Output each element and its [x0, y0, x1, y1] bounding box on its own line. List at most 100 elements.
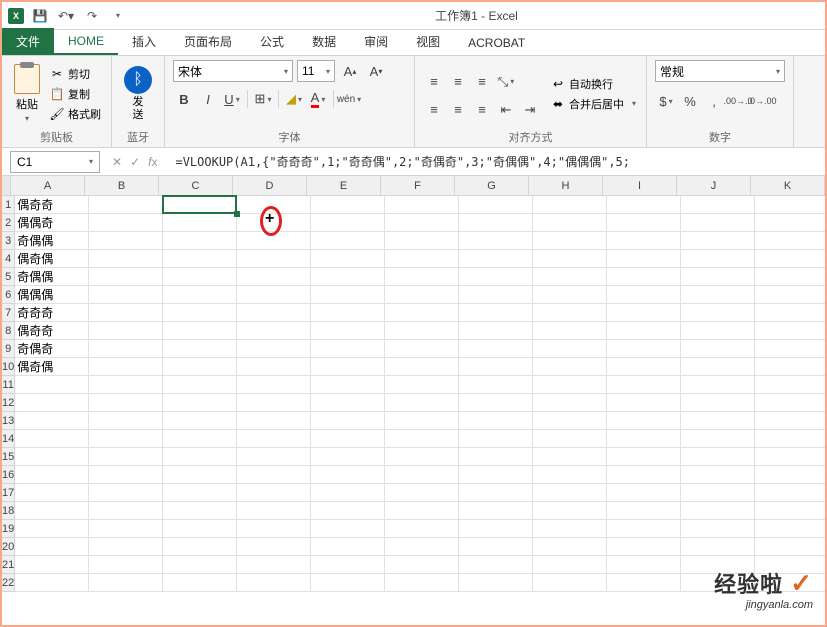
name-box[interactable]: C1▾	[10, 151, 100, 173]
cell[interactable]	[89, 412, 163, 430]
decrease-indent-button[interactable]: ⇤	[495, 99, 517, 121]
cell[interactable]	[385, 538, 459, 556]
row-header[interactable]: 16	[2, 466, 15, 484]
cell[interactable]	[311, 448, 385, 466]
cell[interactable]	[459, 448, 533, 466]
column-header[interactable]: H	[529, 176, 603, 195]
cell[interactable]	[533, 268, 607, 286]
cell[interactable]	[385, 484, 459, 502]
cancel-formula-button[interactable]: ✕	[112, 155, 122, 169]
cell[interactable]	[311, 214, 385, 232]
cell[interactable]	[237, 430, 311, 448]
cell[interactable]	[459, 322, 533, 340]
column-header[interactable]: E	[307, 176, 381, 195]
column-header[interactable]: A	[11, 176, 85, 195]
cell[interactable]	[15, 394, 89, 412]
cell[interactable]	[459, 214, 533, 232]
row-header[interactable]: 13	[2, 412, 15, 430]
cell[interactable]	[385, 340, 459, 358]
cell[interactable]	[311, 412, 385, 430]
tab-review[interactable]: 审阅	[350, 28, 402, 55]
cell[interactable]	[89, 376, 163, 394]
cell[interactable]	[385, 268, 459, 286]
cell[interactable]	[311, 484, 385, 502]
cell[interactable]	[533, 466, 607, 484]
cell[interactable]	[163, 232, 237, 250]
row-header[interactable]: 8	[2, 322, 15, 340]
cell[interactable]	[607, 412, 681, 430]
cell[interactable]: 奇偶偶	[15, 232, 89, 250]
cell[interactable]	[755, 412, 825, 430]
formula-input[interactable]: =VLOOKUP(A1,{"奇奇奇",1;"奇奇偶",2;"奇偶奇",3;"奇偶…	[169, 153, 825, 170]
cell[interactable]	[89, 448, 163, 466]
cell[interactable]	[459, 268, 533, 286]
tab-page-layout[interactable]: 页面布局	[170, 28, 246, 55]
increase-decimal-button[interactable]: .00→.0	[727, 90, 749, 112]
cell[interactable]	[385, 322, 459, 340]
cell[interactable]	[311, 250, 385, 268]
cell[interactable]	[607, 268, 681, 286]
cell[interactable]: 偶奇奇	[15, 322, 89, 340]
undo-button[interactable]: ↶▾	[56, 6, 76, 26]
cell[interactable]	[755, 466, 825, 484]
cell[interactable]	[163, 538, 237, 556]
cell[interactable]	[681, 484, 755, 502]
cell[interactable]	[15, 538, 89, 556]
insert-function-button[interactable]: fx	[148, 155, 157, 169]
cell[interactable]	[163, 412, 237, 430]
font-name-combo[interactable]: 宋体▾	[173, 60, 293, 82]
cell[interactable]	[385, 358, 459, 376]
cell[interactable]	[459, 466, 533, 484]
copy-button[interactable]: 📋复制	[48, 85, 103, 103]
cell[interactable]	[163, 556, 237, 574]
cell[interactable]	[755, 394, 825, 412]
cell[interactable]	[385, 376, 459, 394]
cell[interactable]	[755, 340, 825, 358]
cell[interactable]	[607, 484, 681, 502]
cell[interactable]	[89, 466, 163, 484]
column-header[interactable]: C	[159, 176, 233, 195]
comma-button[interactable]: ,	[703, 90, 725, 112]
align-middle-button[interactable]: ≡	[447, 71, 469, 93]
cell[interactable]	[311, 394, 385, 412]
cell[interactable]	[755, 268, 825, 286]
cell[interactable]	[533, 250, 607, 268]
cell[interactable]	[163, 394, 237, 412]
cell[interactable]	[607, 520, 681, 538]
cell[interactable]	[237, 556, 311, 574]
cell[interactable]	[311, 538, 385, 556]
tab-view[interactable]: 视图	[402, 28, 454, 55]
cell[interactable]	[311, 304, 385, 322]
cell[interactable]	[163, 448, 237, 466]
cell[interactable]	[89, 520, 163, 538]
cell[interactable]	[163, 376, 237, 394]
cell[interactable]	[15, 520, 89, 538]
italic-button[interactable]: I	[197, 88, 219, 110]
cell[interactable]	[163, 430, 237, 448]
font-size-combo[interactable]: 11▾	[297, 60, 335, 82]
save-button[interactable]: 💾	[30, 6, 50, 26]
cell[interactable]	[385, 520, 459, 538]
increase-indent-button[interactable]: ⇥	[519, 99, 541, 121]
cell[interactable]	[163, 520, 237, 538]
row-header[interactable]: 21	[2, 556, 15, 574]
redo-button[interactable]: ↷	[82, 6, 102, 26]
row-header[interactable]: 9	[2, 340, 15, 358]
cell[interactable]	[681, 214, 755, 232]
cell[interactable]	[89, 430, 163, 448]
tab-acrobat[interactable]: ACROBAT	[454, 31, 539, 55]
merge-center-button[interactable]: ⬌合并后居中▾	[549, 95, 638, 113]
tab-data[interactable]: 数据	[298, 28, 350, 55]
select-all-corner[interactable]	[2, 176, 11, 195]
cell[interactable]	[311, 268, 385, 286]
cell[interactable]	[163, 196, 237, 214]
cell[interactable]	[755, 214, 825, 232]
cell[interactable]	[237, 358, 311, 376]
cell[interactable]	[607, 196, 681, 214]
cell[interactable]	[15, 376, 89, 394]
row-header[interactable]: 3	[2, 232, 15, 250]
cell[interactable]	[163, 268, 237, 286]
cell[interactable]	[89, 304, 163, 322]
cell[interactable]	[607, 448, 681, 466]
cell[interactable]	[681, 376, 755, 394]
